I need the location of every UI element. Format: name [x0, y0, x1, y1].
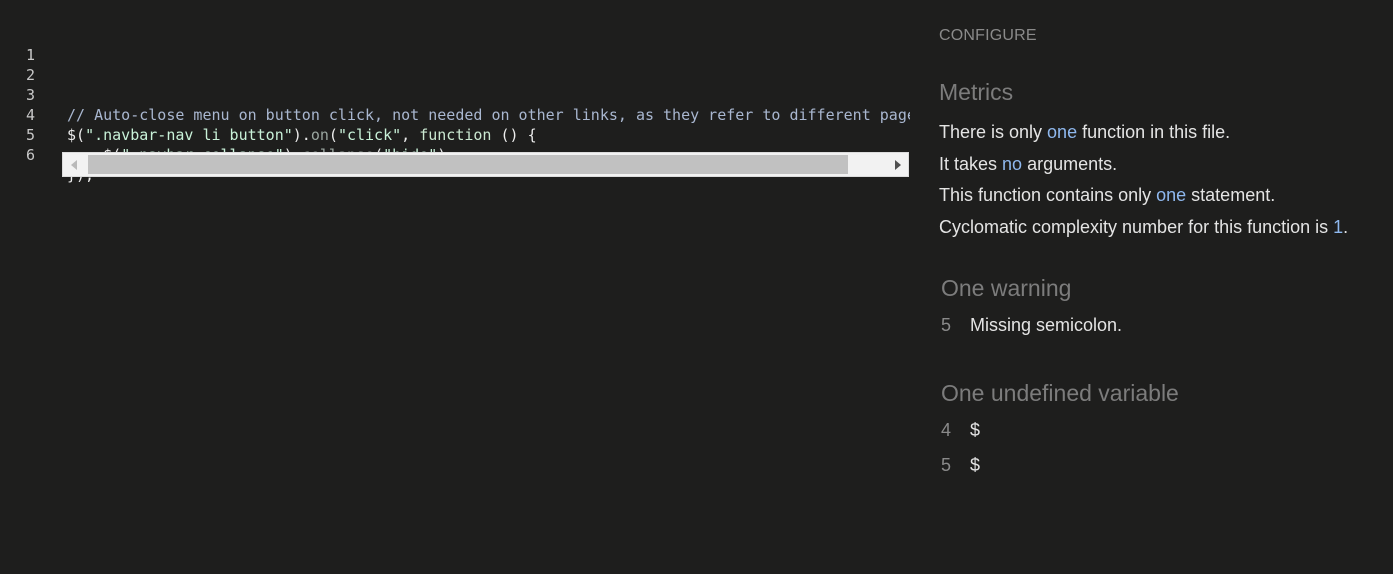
metric-text: arguments.: [1022, 154, 1118, 174]
undefined-item[interactable]: 4 $: [941, 420, 980, 441]
code-line-1[interactable]: 1: [0, 25, 910, 64]
scroll-right-arrow-icon[interactable]: [895, 160, 901, 170]
undefined-name: $: [970, 420, 981, 440]
undefined-name: $: [970, 455, 981, 475]
undefined-line-number[interactable]: 5: [941, 455, 970, 476]
metric-text: .: [1343, 217, 1349, 237]
metric-function-count: There is only one function in this file.: [939, 122, 1230, 143]
metric-text: It takes: [939, 154, 1003, 174]
metric-text: Cyclomatic complexity number for this fu…: [939, 217, 1334, 237]
metric-value: 1: [1333, 217, 1344, 237]
metric-complexity: Cyclomatic complexity number for this fu…: [939, 217, 1348, 238]
warnings-title: One warning: [941, 275, 1072, 301]
metric-text: function in this file.: [1077, 122, 1231, 142]
code-line-6[interactable]: 6 });: [0, 125, 910, 184]
line-number: 6: [25, 146, 35, 164]
metric-arguments: It takes no arguments.: [939, 154, 1117, 175]
warning-message: Missing semicolon.: [970, 315, 1123, 335]
metric-value: no: [1002, 154, 1023, 174]
horizontal-scrollbar[interactable]: [62, 152, 909, 177]
metric-text: This function contains only: [939, 185, 1157, 205]
warning-item[interactable]: 5 Missing semicolon.: [941, 315, 1122, 336]
metrics-title: Metrics: [939, 79, 1014, 105]
warning-line-number[interactable]: 5: [941, 315, 970, 336]
metric-text: There is only: [939, 122, 1048, 142]
code-editor[interactable]: 1 2 3 // Auto-close menu on button click…: [0, 0, 910, 574]
code-line-4[interactable]: 4 $(".navbar-nav li button").on("click",…: [0, 85, 910, 144]
metric-value: one: [1156, 185, 1187, 205]
code-line-3[interactable]: 3 // Auto-close menu on button click, no…: [0, 65, 910, 124]
configure-link[interactable]: CONFIGURE: [939, 27, 1037, 45]
metric-value: one: [1047, 122, 1078, 142]
undefined-item[interactable]: 5 $: [941, 455, 980, 476]
jshint-app: 1 2 3 // Auto-close menu on button click…: [0, 0, 1393, 574]
scroll-left-arrow-icon[interactable]: [71, 160, 77, 170]
code-line-5[interactable]: 5 $(".navbar-collapse").collapse("hide"): [0, 105, 910, 164]
metric-statements: This function contains only one statemen…: [939, 185, 1275, 206]
undefined-title: One undefined variable: [941, 380, 1179, 406]
scrollbar-thumb[interactable]: [88, 155, 848, 174]
undefined-line-number[interactable]: 4: [941, 420, 970, 441]
report-panel: CONFIGURE Metrics There is only one func…: [939, 0, 1393, 574]
metric-text: statement.: [1186, 185, 1276, 205]
code-line-2[interactable]: 2: [0, 45, 910, 84]
